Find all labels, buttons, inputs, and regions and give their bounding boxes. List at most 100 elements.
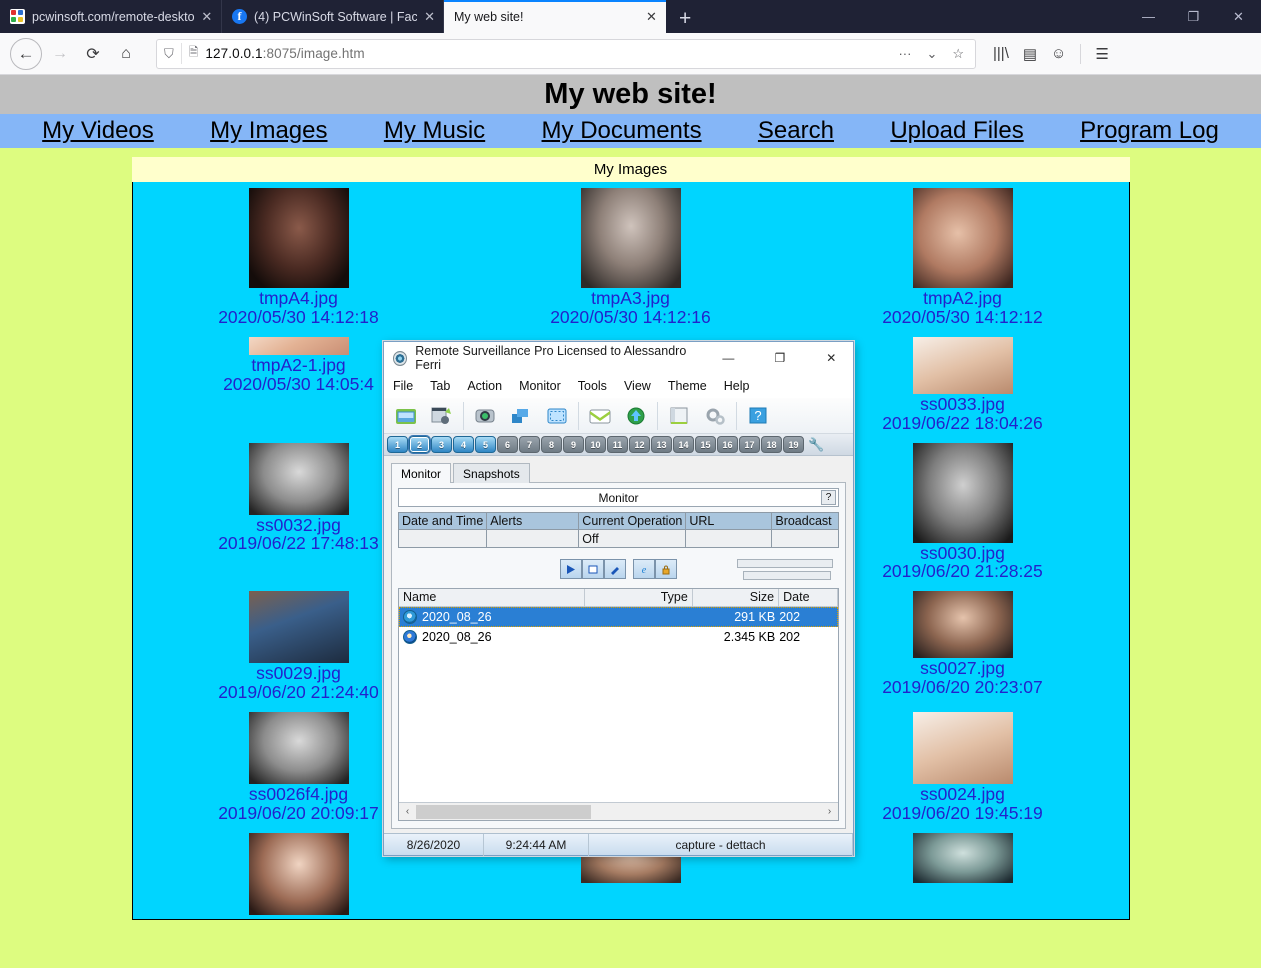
browser-tab-1[interactable]: f (4) PCWinSoft Software | Facebook ✕ [222,0,444,33]
browser-tab-0[interactable]: pcwinsoft.com/remote-desktop ✕ [0,0,222,33]
app-menu-icon[interactable]: ☰ [1095,45,1108,63]
stop-icon[interactable] [582,559,604,579]
shield-icon[interactable]: ⛉ [164,46,174,62]
number-tab-7[interactable]: 7 [519,436,540,453]
settings-icon[interactable] [697,400,733,432]
account-icon[interactable]: ☺ [1051,45,1066,62]
image-filename[interactable]: tmpA4.jpg [137,288,461,308]
app-close-icon[interactable]: ✕ [810,342,853,374]
forward-button[interactable]: → [45,39,75,69]
number-tab-11[interactable]: 11 [607,436,628,453]
email-icon[interactable] [582,400,618,432]
image-thumbnail[interactable] [912,832,1013,883]
number-tab-15[interactable]: 15 [695,436,716,453]
play-icon[interactable] [560,559,582,579]
tab-close-icon[interactable]: ✕ [645,9,658,25]
menu-item-help[interactable]: Help [724,379,760,393]
scrollbar-thumb[interactable] [416,804,591,819]
image-thumbnail[interactable] [912,336,1013,394]
help-question-icon[interactable]: ? [821,490,836,505]
remote-surveillance-window[interactable]: Remote Surveillance Pro Licensed to Ales… [383,341,854,856]
page-actions-icon[interactable]: ··· [894,46,915,61]
url-bar[interactable]: ⛉ 🗎 127.0.0.1:8075/image.htm ··· ⌄ ☆ [156,38,976,69]
number-tab-8[interactable]: 8 [541,436,562,453]
menu-item-file[interactable]: File [393,379,423,393]
slider-track-1[interactable] [737,559,833,568]
scroll-left-icon[interactable]: ‹ [399,806,416,817]
media-icon[interactable] [424,400,460,432]
scrollbar-track[interactable] [416,803,821,820]
tab-close-icon[interactable]: ✕ [424,9,435,25]
back-button[interactable]: ← [10,37,42,70]
number-tab-16[interactable]: 16 [717,436,738,453]
file-list-row[interactable]: 2020_08_26 291 KB 202 [399,607,838,627]
number-tab-13[interactable]: 13 [651,436,672,453]
menu-item-tab[interactable]: Tab [430,379,460,393]
col-size[interactable]: Size [693,589,780,606]
sidebar-icon[interactable]: ▤ [1023,45,1037,63]
nav-link-search[interactable]: Search [758,117,834,145]
lock-icon[interactable] [655,559,677,579]
pocket-icon[interactable]: ⌄ [922,46,941,62]
bookmark-star-icon[interactable]: ☆ [948,46,968,62]
number-tab-17[interactable]: 17 [739,436,760,453]
nav-link-program-log[interactable]: Program Log [1080,117,1219,145]
ie-icon[interactable]: e [633,559,655,579]
upload-icon[interactable] [618,400,654,432]
image-thumbnail[interactable] [248,336,349,355]
scroll-right-icon[interactable]: › [821,806,838,817]
image-thumbnail[interactable] [248,591,349,664]
number-tab-18[interactable]: 18 [761,436,782,453]
number-tab-1[interactable]: 1 [387,436,408,453]
image-cell[interactable]: tmpA2.jpg 2020/05/30 14:12:12 [797,182,1129,331]
image-thumbnail[interactable] [912,712,1013,785]
image-thumbnail[interactable] [248,188,349,288]
nav-link-my-videos[interactable]: My Videos [42,117,154,145]
number-tab-10[interactable]: 10 [585,436,606,453]
slider-track-2[interactable] [743,571,831,580]
number-tab-6[interactable]: 6 [497,436,518,453]
image-thumbnail[interactable] [580,188,681,288]
image-thumbnail[interactable] [912,188,1013,288]
app-titlebar[interactable]: Remote Surveillance Pro Licensed to Ales… [384,342,853,374]
image-thumbnail[interactable] [248,442,349,515]
browser-tab-2[interactable]: My web site! ✕ [444,0,666,33]
nav-link-my-images[interactable]: My Images [210,117,327,145]
menu-item-theme[interactable]: Theme [668,379,717,393]
close-icon[interactable]: ✕ [1216,9,1261,25]
snapshot-file-list[interactable]: Name Type Size Date 2020_08_26 291 KB 20… [398,588,839,821]
tab-snapshots[interactable]: Snapshots [453,463,530,483]
col-date[interactable]: Date [779,589,838,606]
image-thumbnail[interactable] [248,712,349,785]
image-filename[interactable]: tmpA3.jpg [469,288,793,308]
nav-link-upload-files[interactable]: Upload Files [890,117,1023,145]
menu-item-monitor[interactable]: Monitor [519,379,571,393]
maximize-icon[interactable]: ❐ [1171,9,1216,25]
region-icon[interactable] [539,400,575,432]
number-tab-3[interactable]: 3 [431,436,452,453]
number-tab-12[interactable]: 12 [629,436,650,453]
new-tab-button[interactable]: + [666,8,705,33]
col-type[interactable]: Type [585,589,693,606]
menu-item-tools[interactable]: Tools [578,379,617,393]
col-name[interactable]: Name [399,589,586,606]
minimize-icon[interactable]: — [1126,9,1171,24]
image-cell[interactable]: tmpA3.jpg 2020/05/30 14:12:16 [465,182,797,331]
app-minimize-icon[interactable]: — [707,342,750,374]
menu-item-view[interactable]: View [624,379,661,393]
url-input[interactable]: 127.0.0.1:8075/image.htm [205,46,887,61]
number-tab-4[interactable]: 4 [453,436,474,453]
tab-monitor[interactable]: Monitor [391,463,452,483]
number-tab-19[interactable]: 19 [783,436,804,453]
app-maximize-icon[interactable]: ❐ [758,342,801,374]
image-thumbnail[interactable] [912,591,1013,659]
page-info-icon[interactable]: 🗎 [180,43,198,64]
image-thumbnail[interactable] [248,832,349,915]
reload-button[interactable]: ⟳ [78,39,108,69]
wrench-icon[interactable] [604,559,626,579]
number-tab-9[interactable]: 9 [563,436,584,453]
wrench-icon[interactable]: 🔧 [808,437,824,453]
webcam-icon[interactable] [467,400,503,432]
image-cell[interactable]: tmpA4.jpg 2020/05/30 14:12:18 [133,182,465,331]
image-filename[interactable]: tmpA2.jpg [801,288,1125,308]
